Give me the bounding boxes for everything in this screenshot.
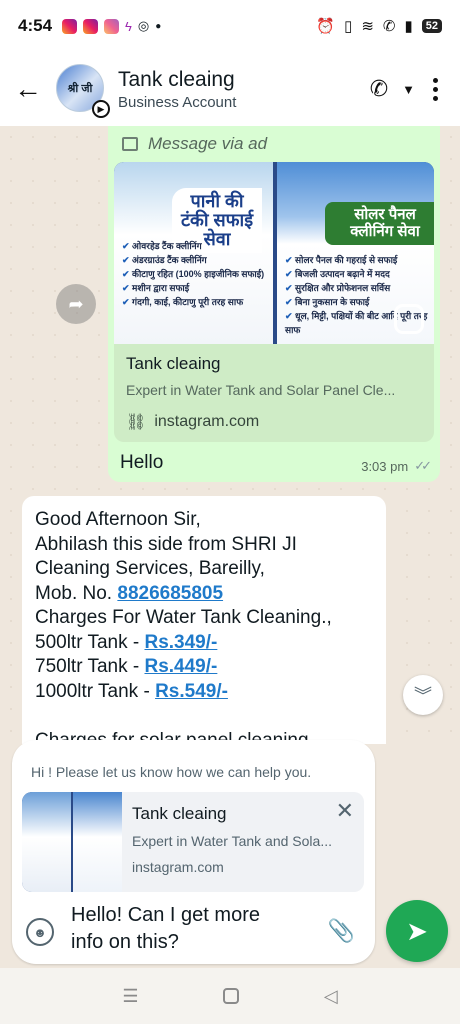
- price-line-1000: 1000ltr Tank - Rs.549/-: [35, 680, 373, 705]
- attach-icon[interactable]: 📎: [328, 918, 355, 944]
- message-time: 3:03 pm: [361, 458, 409, 474]
- ad-right-title: सोलर पैनल क्लीनिंग सेवा: [325, 202, 434, 245]
- close-icon[interactable]: ✕: [336, 798, 354, 824]
- more-notifications-icon: ●: [155, 20, 162, 32]
- threads-icon: ◎: [137, 18, 150, 33]
- outgoing-message-text: Hello: [120, 452, 164, 473]
- ad-label-row: Message via ad: [114, 132, 434, 162]
- preview-title: Tank cleaing: [132, 804, 227, 823]
- contact-avatar-wrap[interactable]: श्री जी ▶: [56, 64, 110, 118]
- message-line: Abhilash this side from SHRI JI: [35, 533, 297, 555]
- message-line: Good Afternoon Sir,: [35, 509, 201, 530]
- tank-label: 750ltr Tank -: [35, 656, 145, 677]
- price-line-750: 750ltr Tank - Rs.449/-: [35, 655, 373, 680]
- menu-nav-icon[interactable]: ☰: [122, 986, 138, 1007]
- signal-icon: ▮: [404, 18, 413, 35]
- battery-icon: 52: [421, 19, 442, 33]
- home-nav-icon[interactable]: [223, 988, 240, 1004]
- tank-label: 1000ltr Tank -: [35, 680, 156, 702]
- ad-image-solar-panel: सोलर पैनल क्लीनिंग सेवा सोलर पैनल की गहर…: [277, 162, 434, 344]
- preview-domain: instagram.com: [132, 859, 224, 875]
- tank-label: 500ltr Tank -: [35, 631, 145, 653]
- message-line-phone: Mob. No. 8826685805: [35, 582, 373, 607]
- alarm-icon: ⏰: [316, 18, 336, 35]
- link-domain-row: ⛓ instagram.com: [126, 412, 422, 432]
- link-preview-body[interactable]: Tank cleaing Expert in Water Tank and So…: [114, 344, 434, 442]
- ad-label: Message via ad: [148, 134, 268, 153]
- phone-icon[interactable]: ✆: [370, 76, 388, 102]
- price-link-1000[interactable]: Rs.549/-: [155, 681, 228, 702]
- message-input-line: Hello! Can I get more: [71, 904, 260, 926]
- vibrate-icon: ▯: [344, 18, 353, 35]
- header-actions: ✆ ▼: [370, 76, 460, 102]
- emoji-icon[interactable]: ☻: [26, 918, 54, 946]
- price-link-750[interactable]: Rs.449/-: [144, 656, 217, 677]
- phone-link[interactable]: 8826685805: [117, 583, 223, 604]
- more-options-icon[interactable]: [429, 77, 442, 101]
- ad-left-points: ओवरहेड टैंक क्लीनिंग अंडरग्राउंड टैंक क्…: [122, 240, 264, 310]
- ad-image[interactable]: पानी की टंकी सफाई सेवा ओवरहेड टैंक क्लीन…: [114, 162, 434, 344]
- scroll-down-icon[interactable]: ︾: [403, 675, 443, 715]
- instagram-icon: [83, 18, 99, 34]
- preview-description: Expert in Water Tank and Sola...: [132, 833, 332, 849]
- forward-icon[interactable]: ➦: [56, 284, 96, 324]
- outgoing-message-bubble[interactable]: Message via ad पानी की टंकी सफाई सेवा ओव…: [108, 126, 440, 482]
- ad-image-water-tank: पानी की टंकी सफाई सेवा ओवरहेड टैंक क्लीन…: [114, 162, 273, 344]
- caret-down-icon[interactable]: ▼: [402, 82, 415, 97]
- wifi-icon: ≋: [361, 18, 374, 35]
- outgoing-text-row: Hello 3:03 pm ✓✓: [114, 442, 434, 476]
- contact-subtitle: Business Account: [118, 93, 237, 111]
- price-line-500: 500ltr Tank - Rs.349/-: [35, 631, 373, 656]
- link-title: Tank cleaing: [126, 354, 221, 373]
- message-input-line: info on this?: [71, 931, 179, 953]
- system-status: ⏰ ▯ ≋ ✆ ▮ 52: [316, 17, 442, 35]
- price-link-500[interactable]: Rs.349/-: [144, 632, 217, 653]
- composer-hint: Hi ! Please let us know how we can help …: [31, 764, 312, 780]
- contact-name[interactable]: Tank cleaing: [118, 68, 236, 92]
- composer-link-preview[interactable]: Tank cleaing Expert in Water Tank and So…: [22, 792, 364, 892]
- status-time: 4:54: [18, 16, 53, 35]
- call-icon: ✆: [382, 18, 396, 35]
- incoming-message-bubble[interactable]: Good Afternoon Sir, Abhilash this side f…: [22, 496, 386, 744]
- link-preview-card[interactable]: पानी की टंकी सफाई सेवा ओवरहेड टैंक क्लीन…: [114, 162, 434, 442]
- preview-body: Tank cleaing Expert in Water Tank and So…: [122, 792, 364, 892]
- link-icon: ⛓: [126, 414, 147, 431]
- back-arrow-icon[interactable]: ←: [0, 52, 56, 126]
- message-composer[interactable]: Hi ! Please let us know how we can help …: [12, 740, 375, 964]
- ad-message-icon: [122, 137, 138, 151]
- preview-thumb-left: [22, 792, 71, 892]
- message-line: Cleaning Services, Bareilly,: [35, 558, 265, 579]
- message-line: Charges For Water Tank Cleaning.,: [35, 607, 332, 628]
- messenger-icon: ϟ: [125, 18, 132, 34]
- back-nav-icon[interactable]: ◁: [324, 986, 338, 1007]
- preview-thumbnail: [22, 792, 122, 892]
- link-domain: instagram.com: [154, 413, 260, 430]
- chat-area[interactable]: ➦ Message via ad पानी की टंकी सफाई सेवा …: [0, 126, 460, 744]
- business-badge-icon: ▶: [92, 100, 110, 118]
- instagram-logo-icon: [394, 304, 424, 334]
- system-nav-bar: ☰ ◁: [0, 968, 460, 1024]
- instagram-icon: [62, 18, 78, 34]
- message-meta: 3:03 pm ✓✓: [361, 458, 432, 474]
- send-button[interactable]: ➤: [386, 900, 448, 962]
- phone-prefix: Mob. No.: [35, 582, 118, 604]
- contact-info[interactable]: Tank cleaing Business Account: [118, 68, 236, 111]
- send-icon: ➤: [406, 915, 428, 946]
- message-input[interactable]: Hello! Can I get more info on this?: [71, 902, 331, 956]
- preview-thumb-right: [73, 792, 122, 892]
- status-bar: 4:54 ϟ ◎ ● ⏰ ▯ ≋ ✆ ▮ 52: [0, 0, 460, 52]
- chat-header: ← श्री जी ▶ Tank cleaing Business Accoun…: [0, 52, 460, 126]
- instagram-icon: [104, 18, 120, 34]
- read-ticks-icon: ✓✓: [414, 458, 432, 473]
- link-description: Expert in Water Tank and Solar Panel Cle…: [126, 382, 396, 398]
